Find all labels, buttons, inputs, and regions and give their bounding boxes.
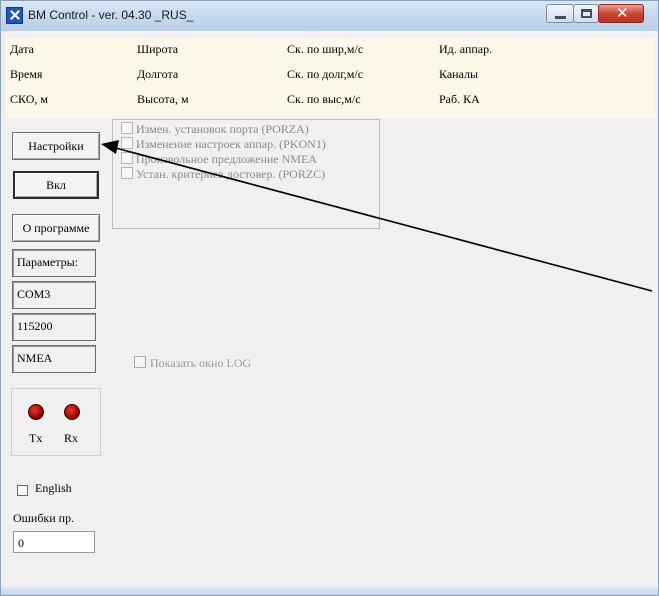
info-lat-speed-label: Ск. по шир,м/с	[287, 42, 364, 56]
close-icon: ✕	[616, 4, 629, 22]
info-sats-label: Раб. КА	[439, 92, 480, 106]
info-alt-speed-label: Ск. по выс,м/с	[287, 92, 361, 106]
english-checkbox[interactable]	[17, 485, 28, 496]
info-longitude-label: Долгота	[137, 67, 179, 81]
english-label: English	[35, 481, 72, 495]
tx-rx-indicator-panel: Tx Rx	[11, 388, 101, 456]
window-title: BM Control - ver. 04.30 _RUS_	[28, 8, 194, 22]
errors-label: Ошибки пр.	[13, 511, 75, 525]
about-button[interactable]: О программе	[12, 214, 100, 242]
option-label: Измен. установок порта (PORZA)	[136, 122, 309, 136]
option-custom-nmea[interactable]: Произвольное предложение NMEA	[121, 152, 317, 167]
errors-field[interactable]: 0	[13, 531, 95, 553]
tx-label: Tx	[29, 431, 43, 445]
status-strip	[1, 587, 658, 595]
maximize-icon	[581, 9, 592, 18]
app-window: BM Control - ver. 04.30 _RUS_ ✕ Дата Вре…	[0, 0, 659, 596]
param-port: COM3	[12, 281, 96, 309]
rx-label: Rx	[64, 431, 79, 445]
tx-led-icon	[28, 404, 44, 420]
option-label: Изменение настроек аппар. (PKON1)	[136, 137, 326, 151]
on-button[interactable]: Вкл	[13, 171, 99, 199]
param-baud-rate: 115200	[12, 313, 96, 341]
settings-button[interactable]: Настройки	[12, 132, 100, 160]
info-device-id-label: Ид. аппар.	[439, 42, 493, 56]
minimize-button[interactable]	[546, 4, 574, 23]
rx-led-icon	[64, 404, 80, 420]
option-checkbox[interactable]	[121, 167, 133, 179]
minimize-icon	[555, 16, 566, 19]
app-icon	[6, 7, 23, 24]
info-header: Дата Время СКО, м Широта Долгота Высота,…	[6, 38, 655, 118]
info-latitude-label: Широта	[137, 42, 179, 56]
option-label: Устан. критериев достовер. (PORZC)	[136, 167, 326, 181]
info-date-label: Дата	[10, 42, 34, 56]
option-port-settings[interactable]: Измен. установок порта (PORZA)	[121, 122, 309, 137]
option-checkbox[interactable]	[121, 122, 133, 134]
parameters-title: Параметры:	[12, 249, 96, 277]
title-bar: BM Control - ver. 04.30 _RUS_ ✕	[1, 1, 658, 31]
show-log-option[interactable]: Показать окно LOG	[134, 356, 251, 371]
options-group: Измен. установок порта (PORZA) Изменение…	[112, 119, 380, 229]
info-rms-label: СКО, м	[10, 92, 48, 106]
show-log-checkbox[interactable]	[134, 356, 146, 368]
info-altitude-label: Высота, м	[137, 92, 189, 106]
show-log-label: Показать окно LOG	[150, 356, 252, 370]
option-checkbox[interactable]	[121, 137, 133, 149]
info-channels-label: Каналы	[439, 67, 479, 81]
option-reliability-criteria[interactable]: Устан. критериев достовер. (PORZC)	[121, 167, 325, 182]
info-time-label: Время	[10, 67, 43, 81]
close-button[interactable]: ✕	[598, 4, 644, 23]
info-lon-speed-label: Ск. по долг,м/с	[287, 67, 364, 81]
option-checkbox[interactable]	[121, 152, 133, 164]
maximize-button[interactable]	[573, 4, 599, 23]
option-device-settings[interactable]: Изменение настроек аппар. (PKON1)	[121, 137, 326, 152]
param-protocol: NMEA	[12, 345, 96, 373]
option-label: Произвольное предложение NMEA	[136, 152, 317, 166]
